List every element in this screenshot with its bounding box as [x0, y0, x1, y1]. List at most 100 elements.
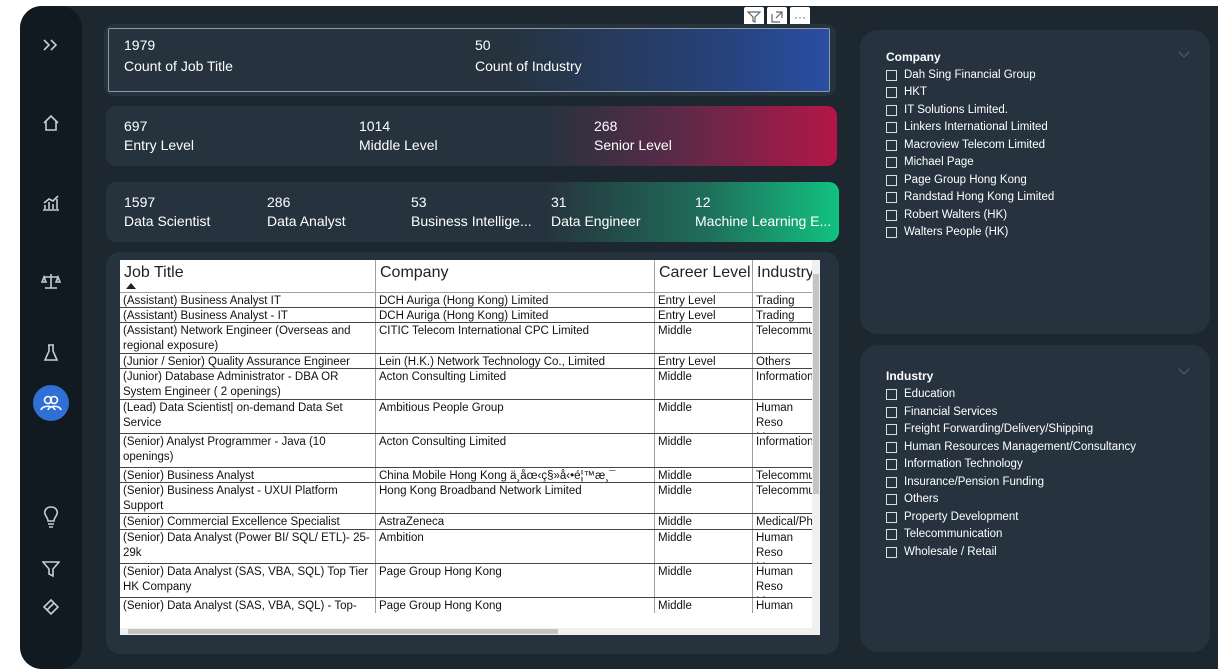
- sort-ascending-icon[interactable]: [126, 283, 136, 289]
- slicer-item[interactable]: Randstad Hong Kong Limited: [886, 191, 1054, 203]
- slicer-item[interactable]: Property Development: [886, 511, 1018, 523]
- cell-company: Page Group Hong Kong: [376, 598, 655, 613]
- cell-industry: Trading and: [756, 310, 795, 322]
- column-header-label: Industry: [757, 264, 814, 281]
- lightbulb-icon[interactable]: [20, 500, 82, 534]
- cell-career-level: Entry Level: [655, 354, 753, 368]
- slicer-item[interactable]: Information Technology: [886, 458, 1023, 470]
- slicer-item-label: Property Development: [904, 511, 1019, 523]
- checkbox[interactable]: [886, 69, 897, 81]
- checkbox[interactable]: [886, 191, 897, 203]
- slicer-item[interactable]: Walters People (HK): [886, 226, 1008, 238]
- checkbox[interactable]: [886, 406, 897, 418]
- chevron-down-icon[interactable]: [1178, 46, 1190, 58]
- slicer-item[interactable]: Linkers International Limited: [886, 121, 1048, 133]
- chevron-down-icon[interactable]: [1178, 363, 1190, 375]
- home-icon[interactable]: [20, 106, 82, 140]
- table-row[interactable]: (Junior / Senior) Quality Assurance Engi…: [120, 354, 812, 369]
- cell-company: AstraZeneca: [376, 514, 655, 529]
- column-header-company[interactable]: Company: [376, 260, 655, 293]
- cell-industry: Human Reso Manageme: [756, 402, 812, 433]
- table-row[interactable]: (Assistant) Business Analyst IT DCH Auri…: [120, 293, 812, 308]
- cell-company: Page Group Hong Kong: [376, 564, 655, 597]
- slicer-title: Industry: [886, 369, 934, 383]
- people-icon[interactable]: [20, 385, 82, 421]
- table-row[interactable]: (Assistant) Network Engineer (Overseas a…: [120, 323, 812, 354]
- cell-career-level: Middle: [655, 400, 753, 433]
- cell-job-title: (Assistant) Business Analyst IT: [120, 293, 376, 307]
- kpi-label: Entry Level: [124, 137, 195, 153]
- kpi-card-job-roles[interactable]: 1597 Data Scientist 286 Data Analyst 53 …: [106, 182, 839, 242]
- checkbox[interactable]: [886, 546, 897, 558]
- checkbox[interactable]: [886, 493, 897, 505]
- cell-job-title: (Senior) Data Analyst (Power BI/ SQL/ ET…: [120, 530, 376, 563]
- table-row[interactable]: (Assistant) Business Analyst - IT DCH Au…: [120, 308, 812, 323]
- vertical-scrollbar[interactable]: [812, 260, 820, 628]
- slicer-item[interactable]: Freight Forwarding/Delivery/Shipping: [886, 423, 1093, 435]
- table-row[interactable]: (Senior) Data Analyst (SAS, VBA, SQL) To…: [120, 564, 812, 598]
- slicer-item[interactable]: Page Group Hong Kong: [886, 174, 1027, 186]
- kpi-card-career-levels[interactable]: 697 Entry Level 1014 Middle Level 268 Se…: [106, 106, 837, 166]
- checkbox[interactable]: [886, 423, 897, 435]
- cell-company: Ambition: [376, 530, 655, 563]
- slicer-item[interactable]: Robert Walters (HK): [886, 209, 1007, 221]
- table-row[interactable]: (Senior) Commercial Excellence Specialis…: [120, 514, 812, 530]
- job-table[interactable]: Job Title Company Career Level Industry …: [120, 260, 820, 635]
- slicer-item[interactable]: Human Resources Management/Consultancy: [886, 441, 1136, 453]
- checkbox[interactable]: [886, 121, 897, 133]
- checkbox[interactable]: [886, 104, 897, 116]
- table-row[interactable]: (Senior) Business Analyst - UXUI Platfor…: [120, 483, 812, 514]
- expand-icon[interactable]: [20, 28, 82, 62]
- slicer-item[interactable]: Dah Sing Financial Group: [886, 69, 1036, 81]
- checkbox[interactable]: [886, 139, 897, 151]
- checkbox[interactable]: [886, 441, 897, 453]
- balance-icon[interactable]: [20, 264, 82, 298]
- checkbox[interactable]: [886, 209, 897, 221]
- slicer-item[interactable]: Telecommunication: [886, 528, 1002, 540]
- table-row[interactable]: (Senior) Business Analyst China Mobile H…: [120, 468, 812, 483]
- checkbox[interactable]: [886, 156, 897, 168]
- table-row[interactable]: (Junior) Database Administrator - DBA OR…: [120, 369, 812, 400]
- cell-company: Acton Consulting Limited: [376, 369, 655, 399]
- checkbox[interactable]: [886, 226, 897, 238]
- checkbox[interactable]: [886, 86, 897, 98]
- slicer-item[interactable]: Insurance/Pension Funding: [886, 476, 1044, 488]
- table-row[interactable]: (Senior) Data Analyst (SAS, VBA, SQL) - …: [120, 598, 812, 613]
- flask-icon[interactable]: [20, 336, 82, 370]
- nav-rail: [20, 6, 82, 669]
- slicer-item[interactable]: IT Solutions Limited.: [886, 104, 1008, 116]
- kpi-card-totals[interactable]: 1979 Count of Job Title 50 Count of Indu…: [108, 28, 830, 92]
- slicer-item-label: Freight Forwarding/Delivery/Shipping: [904, 423, 1094, 435]
- eraser-icon[interactable]: [20, 590, 82, 624]
- checkbox[interactable]: [886, 476, 897, 488]
- horizontal-scrollbar[interactable]: [120, 628, 820, 635]
- filter-icon[interactable]: [20, 552, 82, 586]
- checkbox[interactable]: [886, 458, 897, 470]
- cell-career-level: Middle: [655, 369, 753, 399]
- slicer-item[interactable]: Michael Page: [886, 156, 974, 168]
- slicer-item[interactable]: Wholesale / Retail: [886, 546, 997, 558]
- slicer-item[interactable]: Education: [886, 388, 955, 400]
- checkbox[interactable]: [886, 174, 897, 186]
- checkbox[interactable]: [886, 511, 897, 523]
- scrollbar-thumb[interactable]: [128, 629, 558, 634]
- cell-job-title: (Senior) Commercial Excellence Specialis…: [120, 514, 376, 529]
- checkbox[interactable]: [886, 528, 897, 540]
- slicer-item-label: Macroview Telecom Limited: [904, 139, 1046, 151]
- slicer-item[interactable]: Others: [886, 493, 939, 505]
- slicer-item[interactable]: HKT: [886, 86, 927, 98]
- cell-career-level: Middle: [655, 530, 753, 563]
- column-header-job-title[interactable]: Job Title: [120, 260, 376, 293]
- company-slicer: Company Dah Sing Financial Group HKT IT …: [860, 30, 1210, 334]
- table-row[interactable]: (Senior) Analyst Programmer - Java (10 o…: [120, 434, 812, 468]
- scrollbar-thumb[interactable]: [813, 274, 819, 494]
- slicer-item[interactable]: Financial Services: [886, 406, 997, 418]
- cell-career-level: Middle: [655, 468, 753, 482]
- column-header-career-level[interactable]: Career Level: [655, 260, 753, 293]
- table-row[interactable]: (Senior) Data Analyst (Power BI/ SQL/ ET…: [120, 530, 812, 564]
- table-row[interactable]: (Lead) Data Scientist| on-demand Data Se…: [120, 400, 812, 434]
- slicer-item[interactable]: Macroview Telecom Limited: [886, 139, 1045, 151]
- chart-icon[interactable]: [20, 186, 82, 220]
- checkbox[interactable]: [886, 388, 897, 400]
- column-header-industry[interactable]: Industry: [753, 260, 815, 293]
